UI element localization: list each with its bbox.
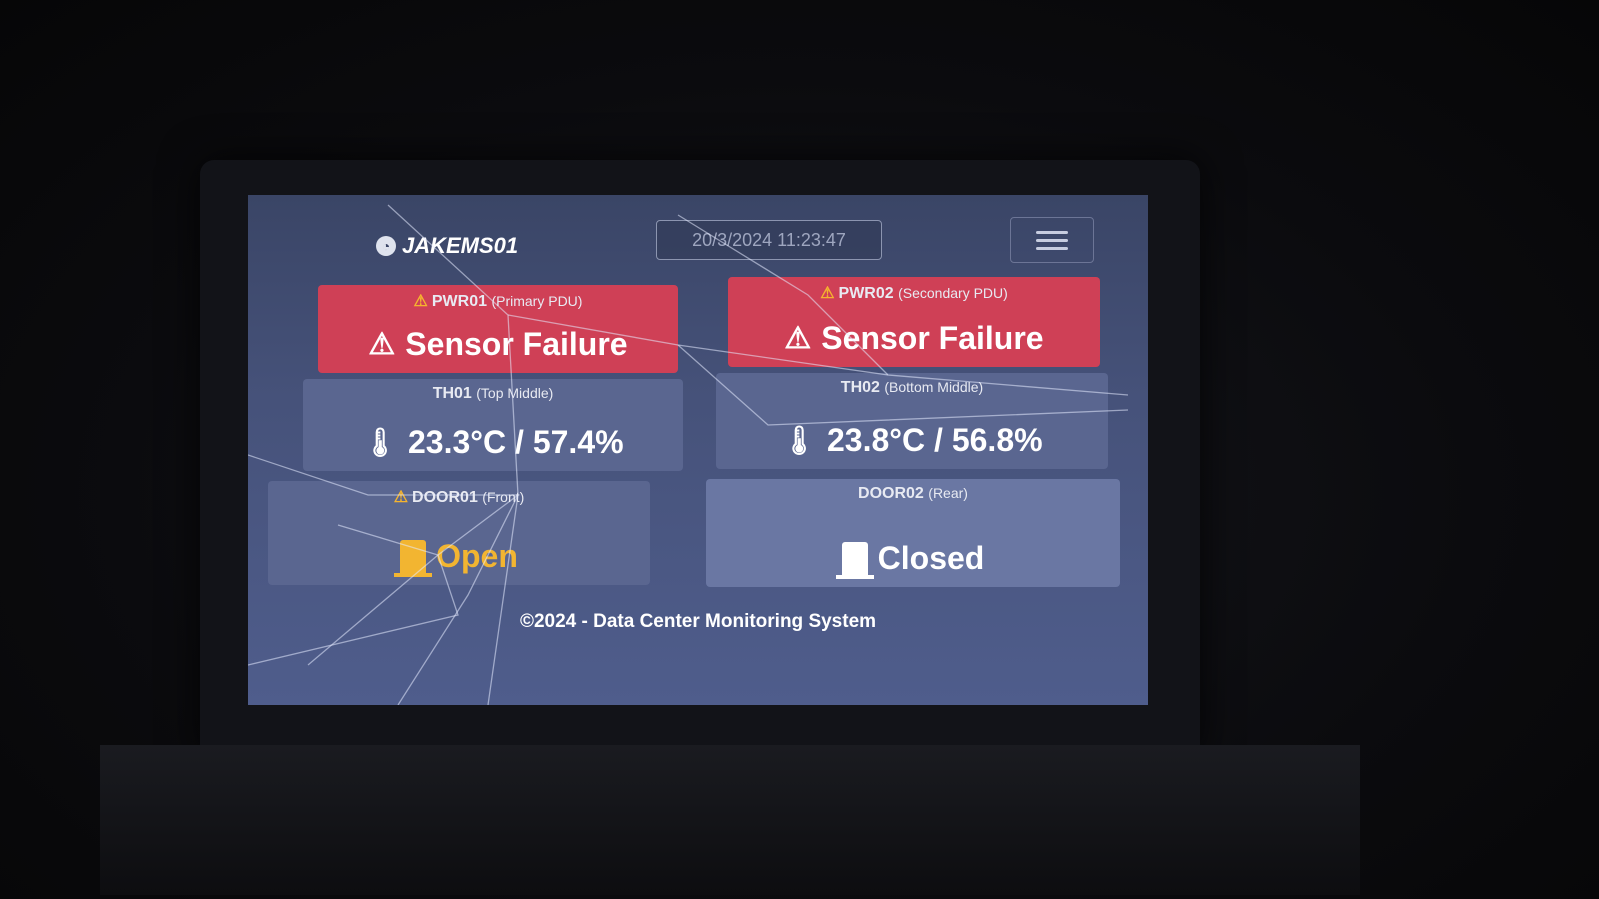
door-open-icon	[394, 539, 433, 577]
warning-triangle-icon: ⚠	[393, 489, 409, 506]
card-value: Open	[268, 538, 650, 577]
thermometer-icon: 🌡	[781, 425, 817, 456]
card-value: ⚠ Sensor Failure	[368, 326, 628, 362]
card-title: DOOR02 (Rear)	[858, 485, 968, 502]
datetime-display: 20/3/2024 11:23:47	[656, 220, 882, 260]
door-closed-icon	[835, 541, 874, 579]
card-value: Closed	[706, 540, 1120, 579]
warning-triangle-icon: ⚠	[784, 322, 812, 355]
card-title: TH02 (Bottom Middle)	[840, 379, 984, 396]
card-value: ⚠ Sensor Failure	[784, 320, 1044, 356]
warning-triangle-icon: ⚠	[368, 328, 396, 361]
top-bar: ◔ JAKEMS01 20/3/2024 11:23:47	[248, 195, 1148, 275]
thermometer-icon: 🌡	[362, 427, 398, 458]
brand[interactable]: ◔ JAKEMS01	[376, 233, 518, 259]
device-base	[100, 745, 1360, 895]
card-th02[interactable]: TH02 (Bottom Middle) 🌡 23.8°C / 56.8%	[716, 373, 1108, 469]
card-value: 🌡 23.3°C / 57.4%	[362, 424, 624, 460]
card-th01[interactable]: TH01 (Top Middle) 🌡 23.3°C / 57.4%	[303, 379, 683, 471]
dashboard-icon: ◔	[376, 236, 396, 256]
card-title: ⚠ DOOR01 (Front)	[393, 489, 525, 506]
warning-triangle-icon: ⚠	[820, 285, 835, 302]
touch-screen: ◔ JAKEMS01 20/3/2024 11:23:47 ⚠ PWR01 (Pr…	[248, 195, 1148, 705]
card-title: TH01 (Top Middle)	[432, 385, 554, 402]
card-title: ⚠ PWR01 (Primary PDU)	[413, 293, 583, 310]
menu-button[interactable]	[1010, 217, 1094, 263]
card-title: ⚠ PWR02 (Secondary PDU)	[820, 285, 1008, 302]
card-door02[interactable]: DOOR02 (Rear) Closed	[706, 479, 1120, 587]
card-value: 🌡 23.8°C / 56.8%	[781, 422, 1043, 458]
brand-label: JAKEMS01	[402, 233, 519, 258]
card-pwr02[interactable]: ⚠ PWR02 (Secondary PDU) ⚠ Sensor Failure	[728, 277, 1100, 367]
footer-text: ©2024 - Data Center Monitoring System	[519, 611, 877, 632]
card-pwr01[interactable]: ⚠ PWR01 (Primary PDU) ⚠ Sensor Failure	[318, 285, 678, 373]
card-door01[interactable]: ⚠ DOOR01 (Front) Open	[268, 481, 650, 585]
warning-triangle-icon: ⚠	[413, 293, 428, 310]
hamburger-menu-icon	[1036, 226, 1068, 255]
